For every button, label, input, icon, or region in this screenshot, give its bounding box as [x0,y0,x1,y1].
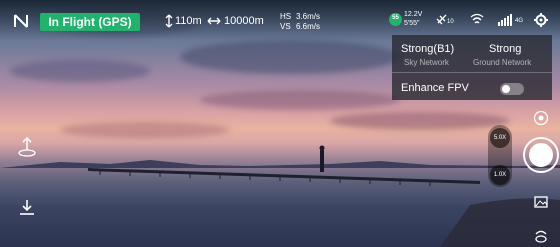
toggle-knob [502,85,510,93]
battery-time: 5'55" [404,20,420,27]
flight-status-badge: In Flight (GPS) [40,13,140,31]
enhance-fpv-toggle[interactable] [500,83,524,95]
battery-percent: 55 [392,15,399,21]
landing-icon[interactable] [17,198,37,218]
distance-icon [207,17,221,25]
takeoff-icon[interactable] [17,136,37,158]
satellite-count: 10 [447,19,454,25]
network-type: 4G [515,18,524,24]
camera-mode-icon[interactable] [533,110,549,126]
height-icon [165,14,173,28]
settings-icon[interactable] [534,13,548,27]
wifi-icon [470,13,484,24]
sky-network-strength: Strong(B1) [401,43,455,55]
sky-network-label: Sky Network [404,58,449,67]
battery-voltage: 12.2V [404,11,423,18]
battery-icon: 55 [389,13,402,26]
zoom-5x-button[interactable]: 5.0X [490,128,510,148]
shutter-inner [529,143,553,167]
ground-network-label: Ground Network [473,58,532,67]
popup-divider [392,72,552,73]
vs-value: 6.6m/s [296,22,321,31]
hs-label: HS [280,12,292,21]
height-value: 110m [175,15,202,27]
distance-value: 10000m [224,15,264,27]
vs-label: VS [280,22,291,31]
zoom-1x-button[interactable]: 1.0X [490,165,510,185]
map-toggle-icon[interactable] [13,13,29,29]
drone-camera-view: In Flight (GPS) 110m 10000m HS 3.6m/s VS… [0,0,560,247]
signal-icon[interactable] [498,14,514,26]
ground-network-strength: Strong [489,43,522,55]
shutter-button[interactable] [523,137,559,173]
gimbal-icon[interactable] [533,229,549,243]
enhance-fpv-label: Enhance FPV [401,82,469,94]
gallery-icon[interactable] [534,196,548,208]
hs-value: 3.6m/s [296,12,321,21]
top-status-bar: In Flight (GPS) 110m 10000m HS 3.6m/s VS… [0,0,560,40]
